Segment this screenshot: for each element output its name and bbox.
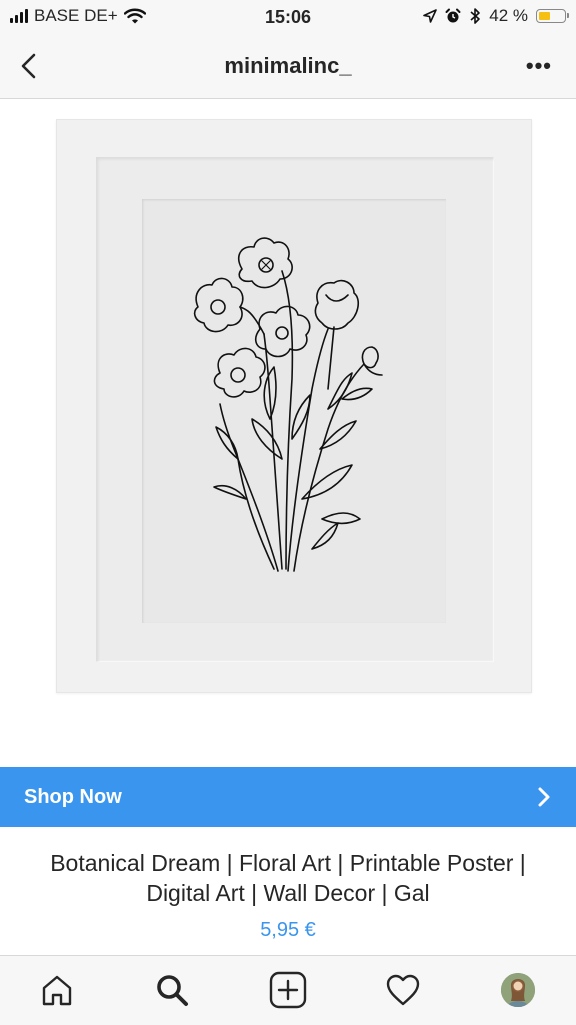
bluetooth-icon (470, 8, 481, 24)
floral-line-drawing (193, 237, 383, 572)
home-icon (42, 975, 72, 1006)
battery-percent: 42 % (489, 6, 528, 25)
tab-profile[interactable] (498, 970, 538, 1010)
avatar (501, 973, 535, 1007)
tab-activity[interactable] (383, 970, 423, 1010)
more-options-icon[interactable]: ••• (526, 55, 552, 77)
heart-icon (386, 974, 420, 1006)
post-image[interactable] (0, 99, 576, 767)
battery-icon (536, 9, 569, 23)
alarm-icon (445, 8, 461, 23)
account-name[interactable]: minimalinc_ (0, 53, 576, 79)
tab-new-post[interactable] (268, 970, 308, 1010)
plus-square-icon (269, 971, 307, 1009)
tab-bar (0, 955, 576, 1025)
status-right: 42 % (423, 6, 569, 26)
product-price: 5,95 € (260, 919, 316, 941)
chevron-right-icon (538, 787, 550, 807)
artwork-print (142, 199, 446, 623)
tab-home[interactable] (37, 970, 77, 1010)
location-arrow-icon (423, 9, 438, 23)
frame-mat (96, 157, 494, 662)
picture-frame (56, 119, 532, 693)
shop-now-label: Shop Now (24, 786, 122, 808)
search-icon (157, 975, 188, 1006)
product-title: Botanical Dream | Floral Art | Printable… (50, 850, 526, 906)
tab-search[interactable] (152, 970, 192, 1010)
nav-bar: minimalinc_ ••• (0, 34, 576, 99)
shop-now-button[interactable]: Shop Now (0, 767, 576, 827)
status-bar: BASE DE+ 15:06 42 % (0, 0, 576, 34)
